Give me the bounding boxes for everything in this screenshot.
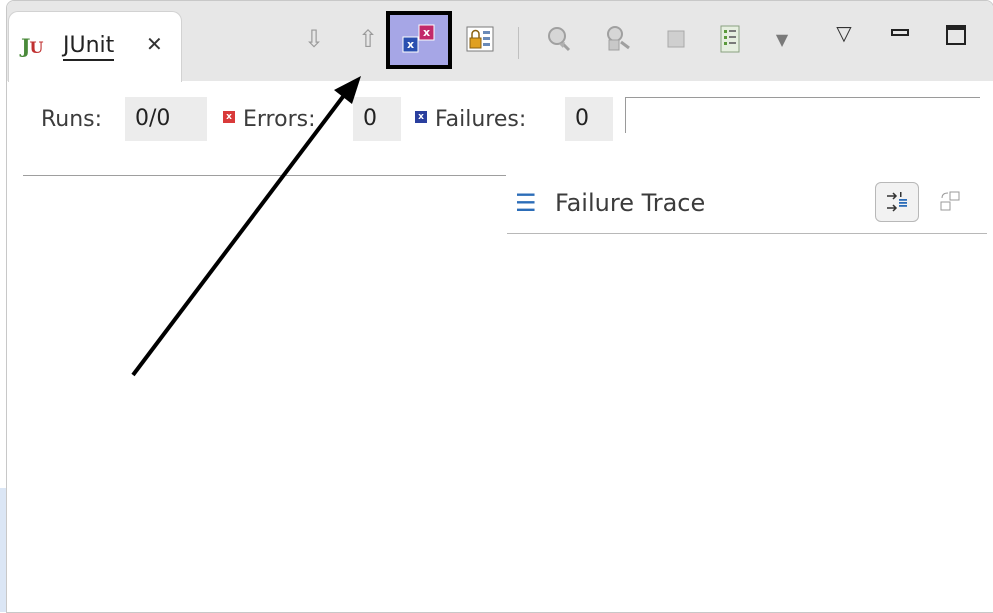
annotation-arrow — [131, 76, 361, 377]
